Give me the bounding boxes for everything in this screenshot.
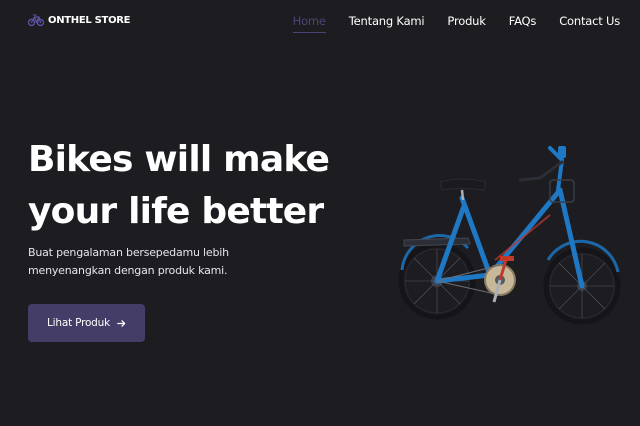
hero-subtitle: Buat pengalaman bersepedamu lebih menyen… <box>28 244 268 280</box>
bicycle-image <box>398 146 621 325</box>
nav-link-faqs[interactable]: FAQs <box>509 14 537 28</box>
nav-link-contact-us[interactable]: Contact Us <box>559 14 620 28</box>
arrow-right-icon <box>117 319 126 327</box>
nav-link-home[interactable]: Home <box>292 14 326 33</box>
nav-link-label: Home <box>292 14 326 28</box>
hero-title-line: Bikes will make <box>28 139 330 180</box>
hero-subtitle-line: menyenangkan dengan produk kami. <box>28 264 228 277</box>
nav-menu: Home Tentang Kami Produk FAQs Contact Us <box>292 14 620 33</box>
navbar: ONTHEL STORE Home Tentang Kami Produk FA… <box>0 0 640 44</box>
hero-title: Bikes will make your life better <box>28 134 330 238</box>
hero-title-line: your life better <box>28 191 324 232</box>
nav-link-produk[interactable]: Produk <box>447 14 485 28</box>
brand-logo[interactable]: ONTHEL STORE <box>28 13 131 27</box>
view-products-button[interactable]: Lihat Produk <box>28 304 145 342</box>
hero-subtitle-line: Buat pengalaman bersepedamu lebih <box>28 246 229 259</box>
bicycle-icon <box>28 14 44 27</box>
button-label: Lihat Produk <box>47 317 110 329</box>
nav-link-tentang-kami[interactable]: Tentang Kami <box>349 14 425 28</box>
active-link-underline <box>292 32 326 33</box>
brand-name: ONTHEL STORE <box>48 14 131 26</box>
